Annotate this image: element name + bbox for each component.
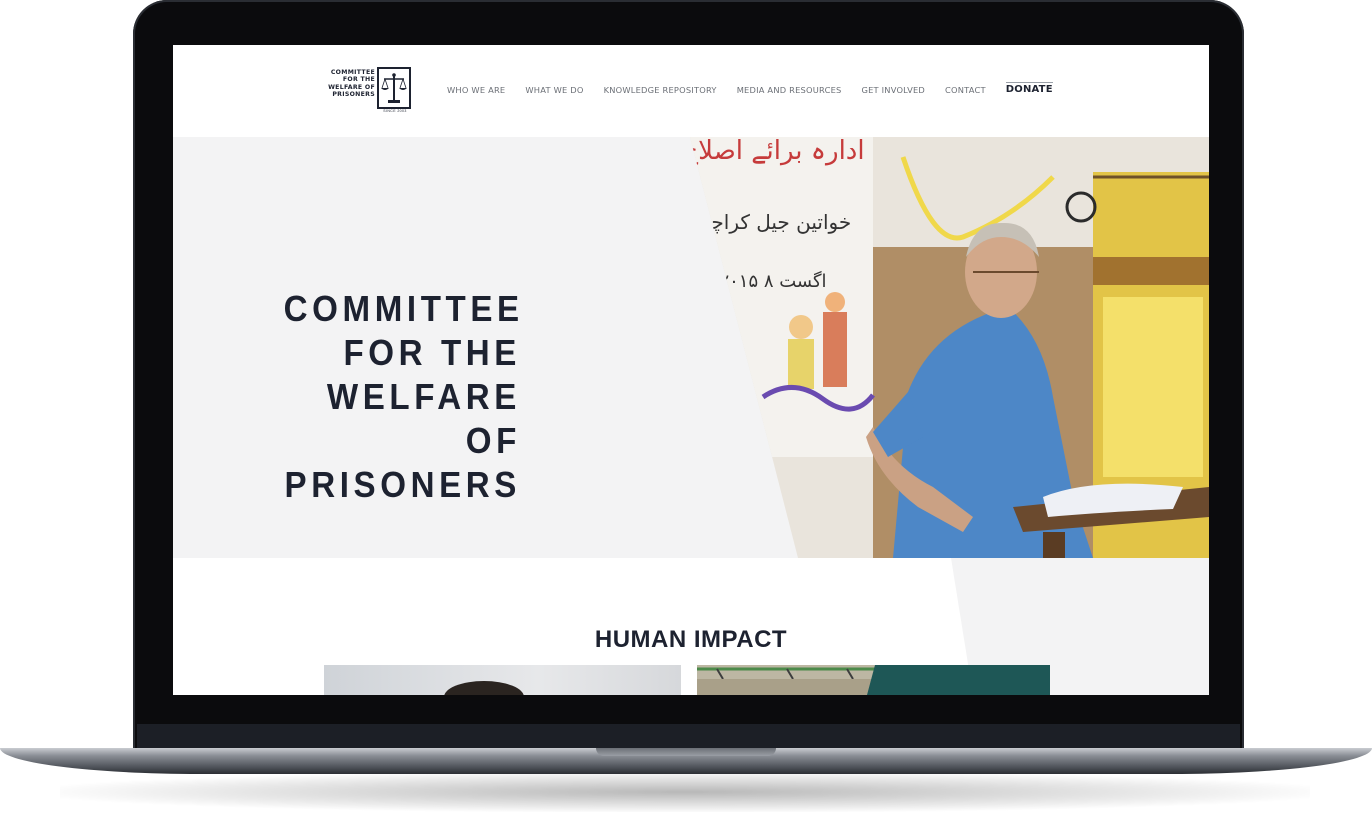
banner-text: ادارہ برائے اصلاح [681, 137, 864, 166]
nav-who-we-are[interactable]: WHO WE ARE [447, 83, 505, 103]
nav-knowledge-repository[interactable]: KNOWLEDGE REPOSITORY [604, 83, 717, 103]
nav-media-and-resources[interactable]: MEDIA AND RESOURCES [737, 83, 842, 103]
hero-title-line: WELFARE OF [326, 376, 521, 462]
site-logo[interactable]: COMMITTEE FOR THE WELFARE OF PRISONERS S… [325, 67, 417, 115]
laptop-notch [596, 748, 776, 756]
logo-line: COMMITTEE [330, 69, 375, 76]
hero-title-line: PRISONERS [284, 464, 521, 506]
logo-subtitle: SINCE 2003 [383, 109, 407, 113]
nav-get-involved[interactable]: GET INVOLVED [861, 83, 925, 103]
logo-text: COMMITTEE FOR THE WELFARE OF PRISONERS [325, 69, 375, 99]
nav-donate-button[interactable]: DONATE [1005, 82, 1053, 103]
banner-text: اگست ۸ ۲۰۱۵ [719, 270, 826, 292]
nav-contact[interactable]: CONTACT [945, 83, 986, 103]
site-header: COMMITTEE FOR THE WELFARE OF PRISONERS S… [173, 45, 1209, 137]
impact-card[interactable] [324, 665, 681, 695]
laptop-shadow [60, 772, 1310, 812]
hero-section: ادارہ برائے اصلاح خواتین جیل کراچی اگست … [173, 137, 1209, 558]
impact-card[interactable] [697, 665, 1050, 695]
hero-title: COMMITTEE FOR THE WELFARE OF PRISONERS [284, 287, 521, 507]
logo-line: WELFARE OF [328, 83, 375, 91]
logo-line: PRISONERS [332, 91, 375, 99]
section-title: HUMAN IMPACT [594, 625, 788, 653]
main-nav: WHO WE ARE WHAT WE DO KNOWLEDGE REPOSITO… [447, 82, 1053, 103]
logo-line: FOR THE [342, 76, 375, 84]
hero-title-line: FOR THE [343, 332, 521, 374]
banner-text: خواتین جیل کراچی [695, 210, 851, 234]
website-screen: COMMITTEE FOR THE WELFARE OF PRISONERS S… [173, 45, 1209, 695]
nav-what-we-do[interactable]: WHAT WE DO [525, 83, 583, 103]
laptop-chin [137, 724, 1240, 750]
human-impact-section: HUMAN IMPACT [173, 558, 1209, 695]
hero-title-line: COMMITTEE [283, 288, 524, 330]
scales-of-justice-icon [377, 67, 411, 109]
